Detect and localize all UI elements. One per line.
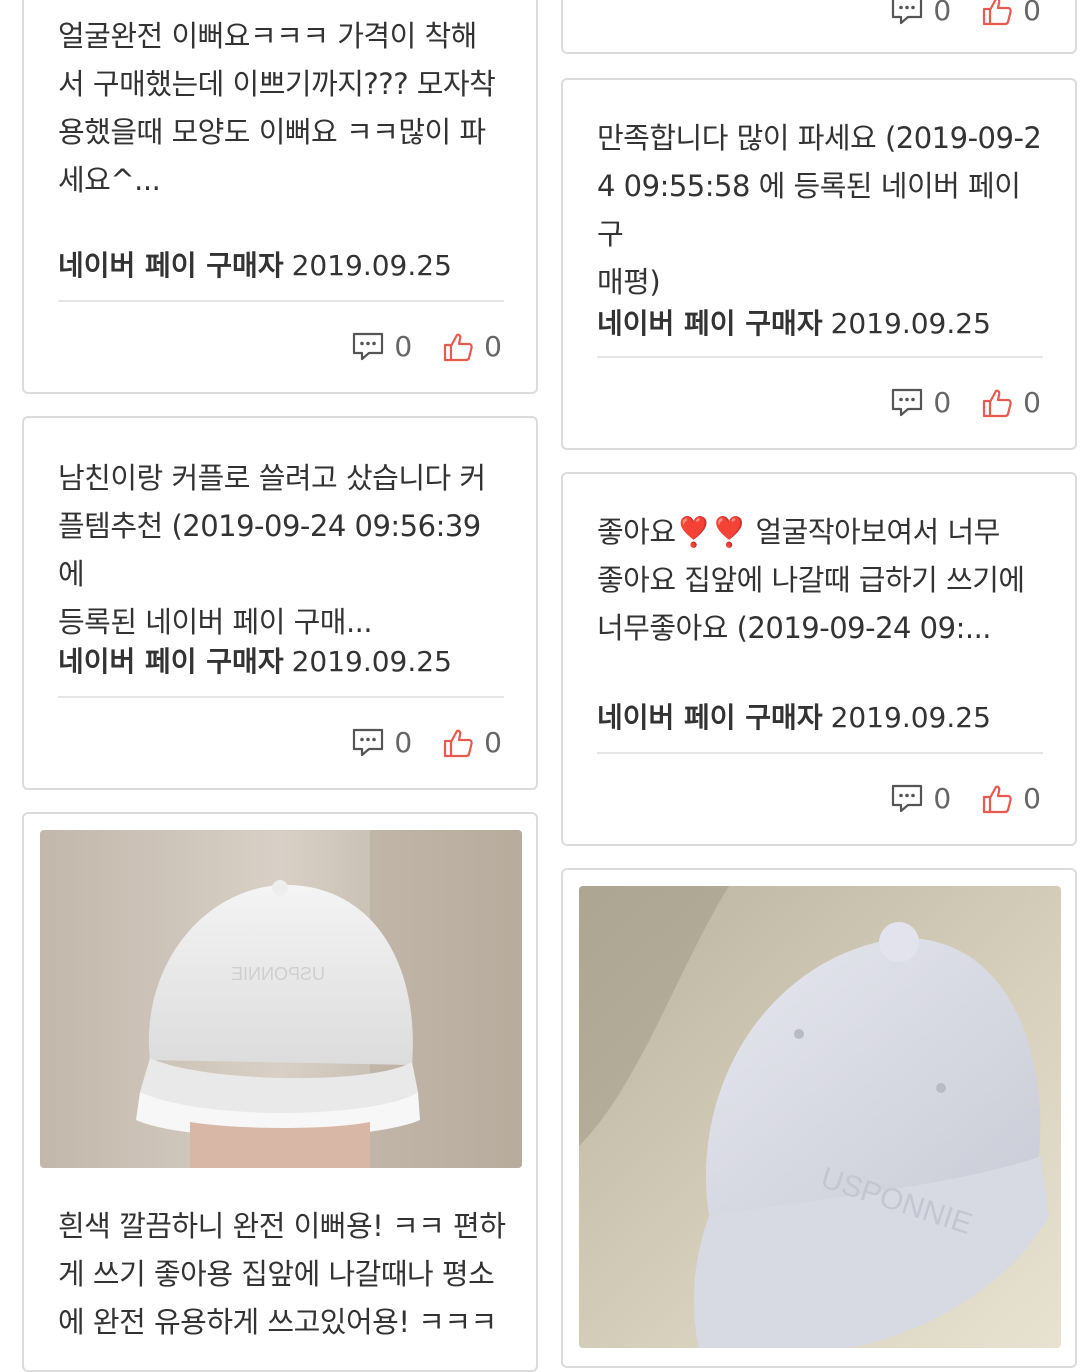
reviewer-name: 네이버 페이 구매자 — [597, 307, 823, 340]
speech-bubble-icon — [892, 0, 923, 24]
comment-button[interactable]: 0 — [352, 330, 412, 363]
divider — [597, 356, 1043, 358]
thumbs-up-icon — [983, 0, 1012, 25]
comment-button[interactable]: 0 — [891, 0, 951, 27]
comment-count: 0 — [394, 726, 413, 759]
comment-button[interactable]: 0 — [891, 386, 951, 419]
divider — [58, 696, 504, 698]
review-meta: 네이버 페이 구매자 2019.09.25 — [58, 244, 452, 284]
review-actions: 0 0 — [891, 0, 1041, 27]
cap-photo-image: USPONNIE — [579, 886, 1061, 1348]
thumbs-up-icon — [444, 333, 473, 361]
comment-count: 0 — [394, 330, 413, 363]
review-text[interactable]: 남친이랑 커플로 쓸려고 샀습니다 커 플템추천 (2019-09-24 09:… — [58, 454, 506, 646]
review-card[interactable]: 만족합니다 많이 파세요 (2019-09-2 4 09:55:58 에 등록된… — [561, 78, 1077, 450]
review-meta: 네이버 페이 구매자 2019.09.25 — [597, 302, 991, 342]
review-meta: 네이버 페이 구매자 2019.09.25 — [58, 640, 452, 680]
comment-count: 0 — [933, 0, 952, 27]
review-actions: 0 0 — [891, 782, 1041, 815]
speech-bubble-icon — [892, 784, 923, 812]
review-text[interactable]: 좋아요❣️❣️ 얼굴작아보여서 너무 좋아요 집앞에 나갈때 급하기 쓰기에 너… — [597, 508, 1045, 652]
review-text[interactable]: 얼굴완전 이뻐요ㅋㅋㅋ 가격이 착해 서 구매했는데 이쁘기까지??? 모자착 … — [58, 12, 506, 204]
svg-text:USPONNIE: USPONNIE — [231, 964, 325, 984]
review-card[interactable]: 0 0 — [561, 0, 1077, 54]
speech-bubble-icon — [353, 728, 384, 756]
review-meta: 네이버 페이 구매자 2019.09.25 — [597, 696, 991, 736]
reviewer-name: 네이버 페이 구매자 — [58, 645, 284, 678]
divider — [597, 752, 1043, 754]
review-date: 2019.09.25 — [291, 645, 452, 678]
photo-review-card[interactable]: USPONNIE — [561, 868, 1077, 1368]
thumbs-up-icon — [983, 785, 1012, 813]
review-text[interactable]: 흰색 깔끔하니 완전 이뻐용! ㅋㅋ 편하 게 쓰기 좋아용 집앞에 나갈때나 … — [58, 1202, 506, 1346]
reviewer-name: 네이버 페이 구매자 — [597, 701, 823, 734]
speech-bubble-icon — [892, 388, 923, 416]
review-card[interactable]: 남친이랑 커플로 쓸려고 샀습니다 커 플템추천 (2019-09-24 09:… — [22, 416, 538, 790]
review-date: 2019.09.25 — [830, 307, 991, 340]
like-count: 0 — [1023, 386, 1041, 419]
review-text[interactable]: 만족합니다 많이 파세요 (2019-09-2 4 09:55:58 에 등록된… — [597, 114, 1045, 306]
like-count: 0 — [484, 330, 502, 363]
review-card[interactable]: 얼굴완전 이뻐요ㅋㅋㅋ 가격이 착해 서 구매했는데 이쁘기까지??? 모자착 … — [22, 0, 538, 394]
divider — [58, 300, 504, 302]
comment-count: 0 — [933, 782, 952, 815]
reviewer-name: 네이버 페이 구매자 — [58, 249, 284, 282]
like-button[interactable]: 0 — [981, 0, 1041, 27]
like-button[interactable]: 0 — [981, 782, 1041, 815]
review-card[interactable]: 좋아요❣️❣️ 얼굴작아보여서 너무 좋아요 집앞에 나갈때 급하기 쓰기에 너… — [561, 472, 1077, 846]
like-button[interactable]: 0 — [981, 386, 1041, 419]
like-button[interactable]: 0 — [442, 726, 502, 759]
thumbs-up-icon — [983, 389, 1012, 417]
review-actions: 0 0 — [352, 726, 502, 759]
review-date: 2019.09.25 — [830, 701, 991, 734]
cap-photo-image: USPONNIE — [40, 830, 522, 1168]
comment-button[interactable]: 0 — [352, 726, 412, 759]
like-count: 0 — [484, 726, 502, 759]
thumbs-up-icon — [444, 729, 473, 757]
like-count: 0 — [1023, 0, 1041, 27]
speech-bubble-icon — [353, 332, 384, 360]
comment-button[interactable]: 0 — [891, 782, 951, 815]
review-photo[interactable]: USPONNIE — [40, 830, 522, 1168]
photo-review-card[interactable]: USPONNIE 흰색 깔끔하니 완전 이뻐용! ㅋㅋ 편하 게 쓰기 좋아용 … — [22, 812, 538, 1372]
review-photo[interactable]: USPONNIE — [579, 886, 1061, 1348]
review-actions: 0 0 — [352, 330, 502, 363]
comment-count: 0 — [933, 386, 952, 419]
review-actions: 0 0 — [891, 386, 1041, 419]
review-date: 2019.09.25 — [291, 249, 452, 282]
like-count: 0 — [1023, 782, 1041, 815]
like-button[interactable]: 0 — [442, 330, 502, 363]
